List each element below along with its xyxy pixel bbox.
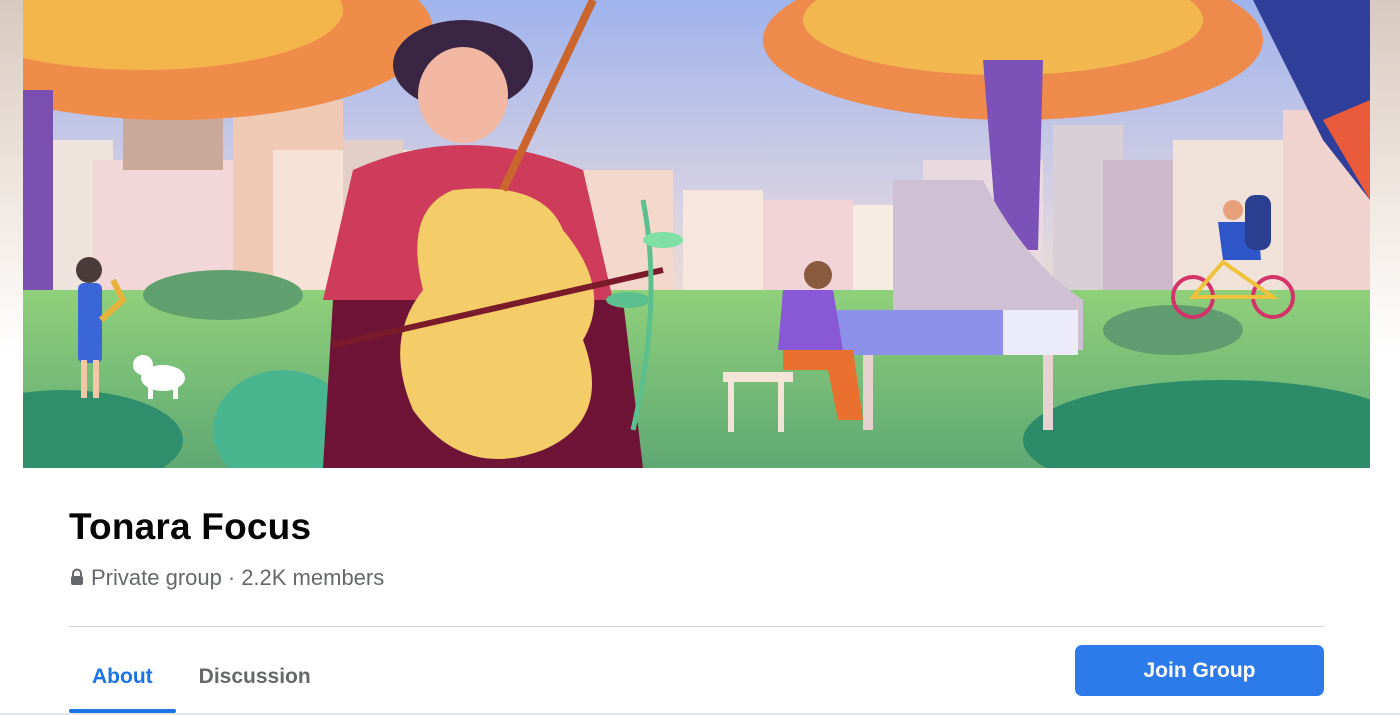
tab-discussion[interactable]: Discussion [176, 640, 334, 713]
cover-illustration [23, 0, 1370, 468]
meta-separator: · [227, 565, 236, 590]
privacy-label[interactable]: Private group [91, 565, 222, 591]
member-count[interactable]: 2.2K members [241, 565, 384, 591]
tab-about[interactable]: About [69, 640, 176, 713]
group-tabs: About Discussion [69, 640, 334, 715]
group-meta: Private group · 2.2K members [69, 565, 384, 591]
lock-icon [71, 568, 83, 585]
join-group-button[interactable]: Join Group [1075, 645, 1324, 696]
header-divider [69, 626, 1324, 627]
cover-photo[interactable] [23, 0, 1370, 468]
group-name[interactable]: Tonara Focus [69, 506, 311, 548]
